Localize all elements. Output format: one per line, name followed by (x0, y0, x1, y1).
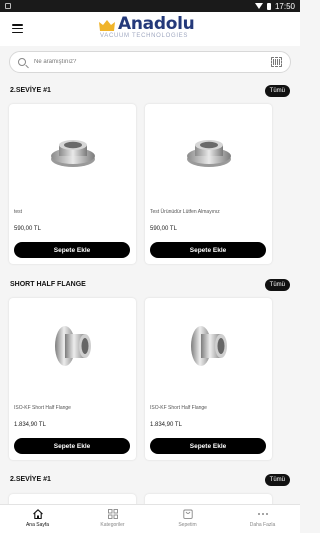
section-title: 2.SEVİYE #1 (10, 87, 51, 94)
add-to-cart-button[interactable]: Sepete Ekle (14, 242, 130, 258)
nav-categories[interactable]: Kategoriler (75, 505, 150, 533)
section-header: SHORT HALF FLANGE Tümü (0, 279, 300, 293)
section-title: SHORT HALF FLANGE (10, 281, 86, 288)
brand-tagline: VACUUM TECHNOLOGIES (100, 33, 189, 39)
section-title: 2.SEVİYE #1 (10, 476, 51, 483)
product-price: 590,00 TL (150, 226, 177, 232)
nav-label: Kategoriler (100, 522, 125, 528)
nav-label: Daha Fazla (249, 522, 276, 528)
crown-logo-icon (99, 20, 115, 31)
product-image[interactable] (145, 298, 272, 393)
nav-cart[interactable]: Sepetim (150, 505, 225, 533)
wifi-icon (254, 3, 263, 9)
hamburger-menu-icon[interactable] (12, 24, 23, 33)
see-all-button[interactable]: Tümü (264, 474, 290, 486)
search-input[interactable] (34, 54, 271, 70)
nav-label: Sepetim (178, 522, 197, 528)
app-bar: Anadolu VACUUM TECHNOLOGIES (0, 12, 300, 46)
short-half-flange-icon (190, 325, 227, 366)
status-time: 17:50 (274, 1, 295, 11)
notification-icon (5, 3, 11, 9)
flange-ring-icon (50, 139, 95, 167)
product-price: 590,00 TL (14, 226, 41, 232)
status-icons-right: 17:50 (254, 1, 295, 11)
status-icons-left (5, 3, 11, 9)
product-card[interactable]: ISO-KF Short Half Flange 1.834,90 TL Sep… (145, 298, 272, 460)
status-bar: 17:50 (0, 0, 300, 12)
product-name[interactable]: Test Ürünüdür Lütfen Almayınız (150, 209, 220, 215)
more-icon (257, 513, 268, 515)
add-to-cart-button[interactable]: Sepete Ekle (150, 438, 266, 454)
brand-name: Anadolu (118, 14, 195, 34)
battery-icon (266, 2, 271, 10)
section-header: 2.SEVİYE #1 Tümü (0, 474, 300, 488)
product-image[interactable] (9, 298, 136, 393)
product-card[interactable]: test 590,00 TL Sepete Ekle (9, 104, 136, 264)
search-icon (18, 58, 26, 66)
short-half-flange-icon (54, 325, 91, 366)
barcode-scan-icon[interactable] (271, 57, 282, 67)
product-price: 1.834,90 TL (150, 422, 182, 428)
see-all-button[interactable]: Tümü (264, 279, 290, 291)
bottom-navigation: Ana Sayfa Kategoriler Sepetim Daha Fazla (0, 504, 300, 533)
nav-home[interactable]: Ana Sayfa (0, 505, 75, 533)
see-all-button[interactable]: Tümü (264, 85, 290, 97)
product-card[interactable]: Test Ürünüdür Lütfen Almayınız 590,00 TL… (145, 104, 272, 264)
product-image[interactable] (145, 104, 272, 199)
cart-icon (182, 509, 193, 519)
add-to-cart-button[interactable]: Sepete Ekle (150, 242, 266, 258)
add-to-cart-button[interactable]: Sepete Ekle (14, 438, 130, 454)
nav-label: Ana Sayfa (25, 522, 50, 528)
product-image[interactable] (9, 104, 136, 199)
product-name[interactable]: ISO-KF Short Half Flange (150, 405, 207, 411)
product-name[interactable]: ISO-KF Short Half Flange (14, 405, 71, 411)
brand-logo[interactable]: Anadolu VACUUM TECHNOLOGIES (98, 14, 195, 40)
nav-more[interactable]: Daha Fazla (225, 505, 300, 533)
grid-icon (107, 509, 118, 519)
product-name[interactable]: test (14, 209, 22, 215)
flange-ring-icon (186, 139, 231, 167)
product-price: 1.834,90 TL (14, 422, 46, 428)
product-card[interactable]: ISO-KF Short Half Flange 1.834,90 TL Sep… (9, 298, 136, 460)
section-header: 2.SEVİYE #1 Tümü (0, 85, 300, 99)
home-icon (32, 509, 43, 520)
search-bar (9, 51, 291, 73)
